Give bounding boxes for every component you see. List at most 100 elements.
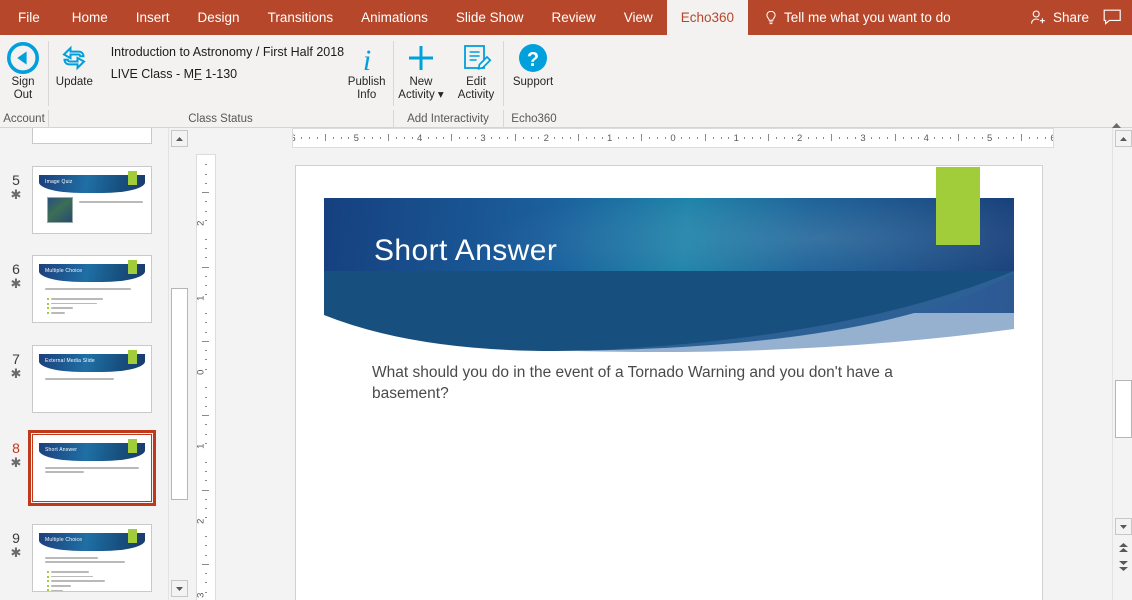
ruler-tick-label: 0 xyxy=(196,369,207,375)
comment-icon[interactable] xyxy=(1103,9,1122,26)
svg-text:?: ? xyxy=(527,49,539,71)
ruler-minor-tick xyxy=(775,137,777,139)
tab-animations[interactable]: Animations xyxy=(347,0,442,35)
slide-canvas[interactable]: Short Answer What should you do in the e… xyxy=(295,165,1043,600)
group-label-class-status: Class Status xyxy=(48,109,393,128)
powerpoint-window: File Home Insert Design Transitions Anim… xyxy=(0,0,1132,600)
tab-file[interactable]: File xyxy=(0,0,58,35)
ruler-tick-label: 3 xyxy=(860,133,866,144)
edit-activity-button[interactable]: Edit Activity xyxy=(449,35,503,108)
thumbnail-slide-8-card[interactable]: Short Answer xyxy=(28,430,156,506)
ruler-minor-tick xyxy=(918,137,920,139)
new-activity-button[interactable]: New Activity ▾ xyxy=(393,35,449,108)
editor-scroll-up-button[interactable] xyxy=(1115,130,1132,147)
tab-design[interactable]: Design xyxy=(184,0,254,35)
thumbnail-slide-9[interactable]: 9 ✱ Multiple Choice xyxy=(0,524,168,592)
new-activity-label-line2-text: Activity xyxy=(398,89,435,101)
tab-echo360[interactable]: Echo360 xyxy=(666,0,749,35)
thumbnail-slide-5[interactable]: 5 ✱ Image Quiz xyxy=(0,166,168,234)
ruler-minor-tick xyxy=(1029,137,1031,139)
ruler-minor-tick xyxy=(205,182,207,184)
slide-green-accent xyxy=(936,167,980,245)
thumbnail-slide-8[interactable]: 8 ✱ Short Answer xyxy=(0,430,168,506)
ruler-minor-tick xyxy=(348,137,350,139)
ruler-minor-tick xyxy=(372,137,374,139)
ruler-minor-tick xyxy=(680,137,682,139)
thumbnail-scroll-up-button[interactable] xyxy=(171,130,188,147)
editor-scrollbar-thumb[interactable] xyxy=(1115,380,1132,438)
ruler-minor-tick xyxy=(205,350,207,352)
ruler-minor-tick xyxy=(696,137,698,139)
tab-slide-show[interactable]: Slide Show xyxy=(442,0,538,35)
thumbnail-green-accent xyxy=(128,350,137,364)
horizontal-ruler-ticks: 6 5 4 3 2 1 0 1 2 3 4 5 6 xyxy=(293,129,1053,147)
ruler-minor-tick xyxy=(205,359,207,361)
tab-insert[interactable]: Insert xyxy=(122,0,184,35)
ruler-minor-tick xyxy=(744,137,746,139)
vertical-ruler[interactable]: 3210123 xyxy=(196,154,216,600)
update-button[interactable]: Update xyxy=(48,35,101,108)
thumbnail-slide-7[interactable]: 7 ✱ External Media Slide xyxy=(0,345,168,413)
ruler-minor-tick xyxy=(950,137,952,139)
ruler-minor-tick xyxy=(791,137,793,139)
thumbnail-body-lines xyxy=(45,557,143,565)
ruler-minor-tick xyxy=(205,396,207,398)
sign-out-button[interactable]: Sign Out xyxy=(0,35,46,108)
chevron-down-icon[interactable]: ▾ xyxy=(438,89,444,101)
slide-thumbnail-pane[interactable]: 4 ✱ 5 ✱ Image Quiz 6 xyxy=(0,128,168,600)
ruler-minor-tick xyxy=(202,192,209,194)
thumbnail-slide-7-card[interactable]: External Media Slide xyxy=(32,345,152,413)
thumbnail-scrollbar[interactable] xyxy=(168,128,188,600)
publish-info-button[interactable]: i Publish Info xyxy=(340,35,393,108)
ruler-minor-tick xyxy=(475,137,477,139)
group-label-account-text: Account xyxy=(3,112,45,125)
thumbnail-slide-6-card[interactable]: Multiple Choice xyxy=(32,255,152,323)
ruler-minor-tick xyxy=(657,137,659,139)
ruler-minor-tick xyxy=(1037,137,1039,139)
ruler-minor-tick xyxy=(562,137,564,139)
thumbnail-slide-5-card[interactable]: Image Quiz xyxy=(32,166,152,234)
tab-echo360-label: Echo360 xyxy=(680,10,735,25)
ruler-minor-tick xyxy=(910,137,912,139)
ruler-minor-tick xyxy=(554,137,556,139)
ruler-tick-label: 4 xyxy=(417,133,423,144)
ruler-minor-tick xyxy=(205,573,207,575)
ruler-minor-tick xyxy=(522,137,524,139)
thumbnail-scrollbar-thumb[interactable] xyxy=(171,288,188,500)
ruler-minor-tick xyxy=(886,137,888,139)
thumbnail-scroll-down-button[interactable] xyxy=(171,580,188,597)
tab-transitions[interactable]: Transitions xyxy=(254,0,348,35)
publish-info-label-line1: Publish xyxy=(347,76,386,88)
ruler-minor-tick xyxy=(965,137,967,139)
ruler-minor-tick xyxy=(617,137,619,139)
ruler-minor-tick xyxy=(205,247,207,249)
support-button[interactable]: ? Support xyxy=(503,35,563,108)
tab-home[interactable]: Home xyxy=(58,0,122,35)
ruler-minor-tick xyxy=(973,137,975,139)
tab-review[interactable]: Review xyxy=(537,0,609,35)
ruler-minor-tick xyxy=(538,137,540,139)
thumbnail-slide-4[interactable]: 4 ✱ xyxy=(0,128,168,144)
tell-me-search[interactable]: Tell me what you want to do xyxy=(748,0,961,35)
share-button[interactable]: Share xyxy=(1030,9,1089,26)
tab-view[interactable]: View xyxy=(610,0,667,35)
thumbnail-slide-7-star: ✱ xyxy=(10,366,22,381)
ruler-tick-label: 2 xyxy=(543,133,549,144)
thumbnail-slide-9-card[interactable]: Multiple Choice xyxy=(32,524,152,592)
ruler-minor-tick xyxy=(942,137,944,139)
thumbnail-slide-6[interactable]: 6 ✱ Multiple Choice xyxy=(0,255,168,323)
ruler-minor-tick xyxy=(490,137,492,139)
editor-vertical-scrollbar[interactable] xyxy=(1112,128,1132,600)
ruler-minor-tick xyxy=(720,137,722,139)
ruler-minor-tick xyxy=(395,137,397,139)
ruler-minor-tick xyxy=(585,137,587,139)
ruler-minor-tick xyxy=(870,137,872,139)
previous-slide-button[interactable] xyxy=(1116,540,1131,555)
ruler-minor-tick xyxy=(205,173,207,175)
next-slide-button[interactable] xyxy=(1116,558,1131,573)
horizontal-ruler[interactable]: 6 5 4 3 2 1 0 1 2 3 4 5 6 xyxy=(292,128,1054,148)
slide-body-text: What should you do in the event of a Tor… xyxy=(372,364,893,402)
thumbnail-slide-4-card[interactable] xyxy=(32,128,152,144)
editor-scroll-down-button[interactable] xyxy=(1115,518,1132,535)
thumbnail-slide-9-star: ✱ xyxy=(10,545,22,560)
